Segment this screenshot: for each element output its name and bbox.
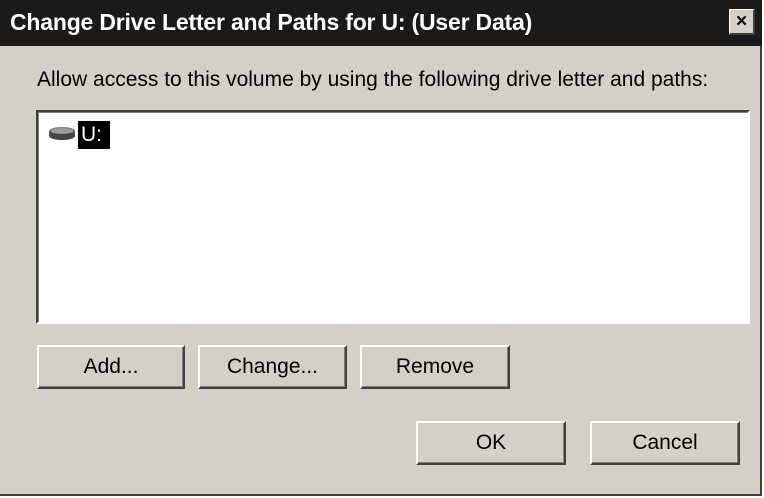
change-button[interactable]: Change... bbox=[198, 345, 347, 389]
window-title: Change Drive Letter and Paths for U: (Us… bbox=[10, 9, 533, 35]
instruction-label: Allow access to this volume by using the… bbox=[37, 68, 709, 91]
list-item-label: U: bbox=[78, 121, 110, 149]
drive-icon bbox=[48, 126, 78, 145]
remove-button[interactable]: Remove bbox=[360, 345, 510, 389]
list-item[interactable]: U: bbox=[48, 120, 110, 150]
ok-button[interactable]: OK bbox=[416, 421, 566, 465]
drive-path-listbox[interactable]: U: bbox=[36, 110, 750, 324]
add-button[interactable]: Add... bbox=[37, 345, 185, 389]
close-button[interactable]: × bbox=[729, 9, 755, 35]
title-bar[interactable]: Change Drive Letter and Paths for U: (Us… bbox=[0, 0, 762, 46]
change-drive-letter-dialog: Change Drive Letter and Paths for U: (Us… bbox=[0, 0, 762, 496]
cancel-button[interactable]: Cancel bbox=[590, 421, 740, 465]
close-icon: × bbox=[735, 11, 748, 32]
